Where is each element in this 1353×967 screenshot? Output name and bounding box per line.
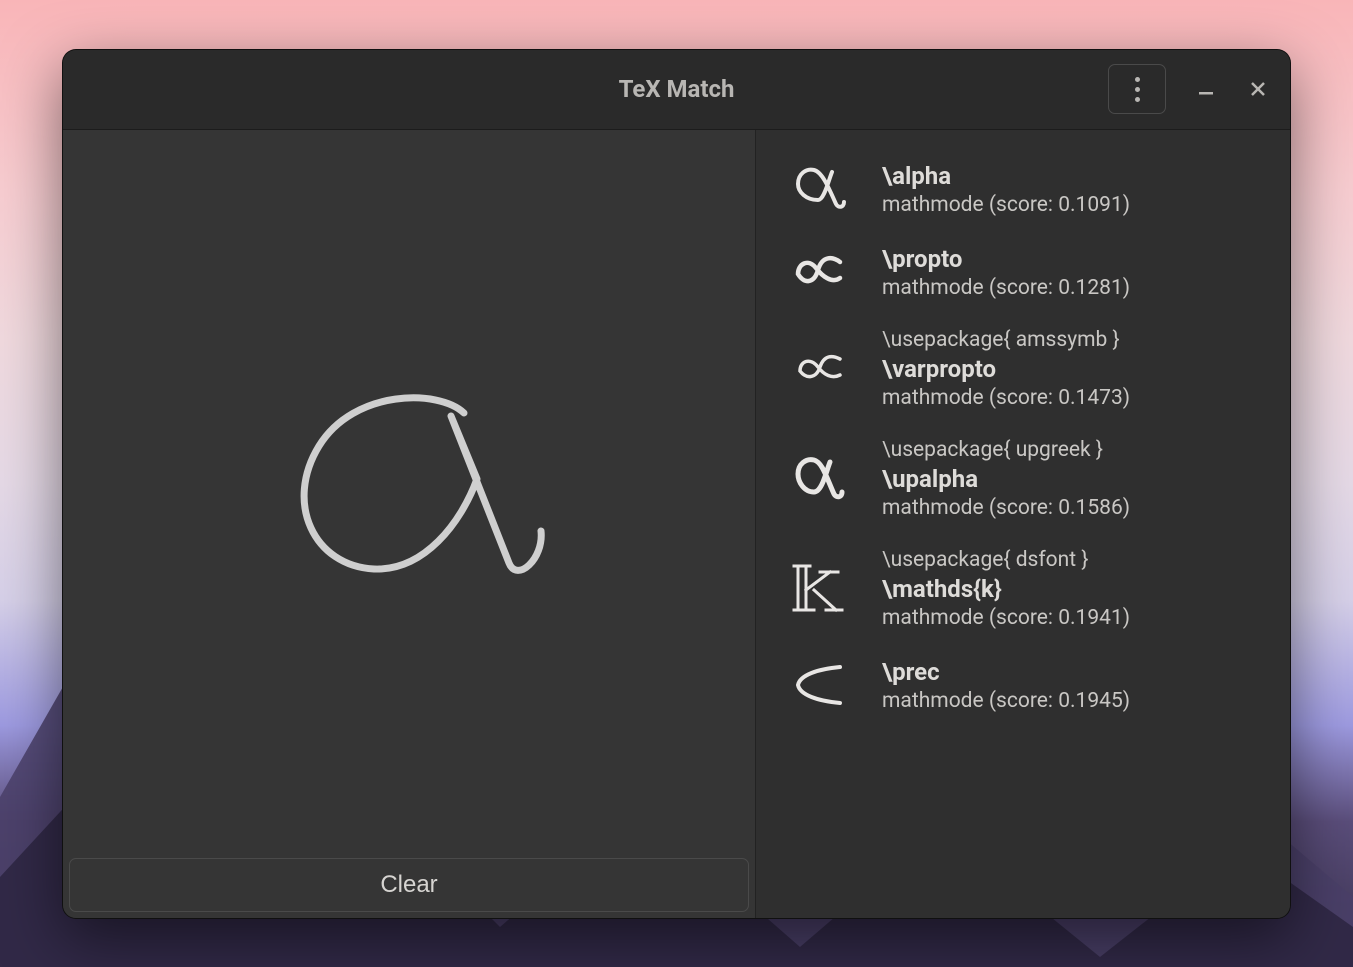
result-mode: mathmode (score: 0.1941) — [882, 606, 1266, 630]
close-icon — [1249, 80, 1267, 98]
result-info: \alpha mathmode (score: 0.1091) — [882, 162, 1266, 217]
result-package: \usepackage{ upgreek } — [882, 438, 1266, 462]
window-controls — [1108, 64, 1270, 114]
prec-icon — [788, 661, 848, 709]
result-glyph — [782, 164, 854, 214]
result-item[interactable]: \usepackage{ upgreek } \upalpha mathmode… — [756, 424, 1290, 534]
minimize-icon — [1197, 80, 1215, 98]
clear-button[interactable]: Clear — [69, 858, 749, 912]
result-package: \usepackage{ dsfont } — [882, 548, 1266, 572]
minimize-button[interactable] — [1194, 77, 1218, 101]
result-command: \alpha — [882, 162, 1266, 190]
result-glyph — [782, 661, 854, 709]
varpropto-icon — [788, 347, 848, 391]
result-info: \usepackage{ upgreek } \upalpha mathmode… — [882, 438, 1266, 520]
result-item[interactable]: \alpha mathmode (score: 0.1091) — [756, 148, 1290, 231]
result-item[interactable]: \usepackage{ amssymb } \varpropto mathmo… — [756, 314, 1290, 424]
close-button[interactable] — [1246, 77, 1270, 101]
result-command: \upalpha — [882, 465, 1266, 493]
result-info: \propto mathmode (score: 0.1281) — [882, 245, 1266, 300]
mathds-k-icon — [790, 562, 846, 616]
user-stroke — [259, 381, 559, 601]
result-mode: mathmode (score: 0.1473) — [882, 386, 1266, 410]
result-item[interactable]: \prec mathmode (score: 0.1945) — [756, 644, 1290, 727]
content-area: Clear \alpha mathmode (score: 0.1091) — [63, 130, 1290, 918]
upalpha-icon — [788, 454, 848, 504]
titlebar: TeX Match — [63, 50, 1290, 130]
result-item[interactable]: \propto mathmode (score: 0.1281) — [756, 231, 1290, 314]
drawing-canvas[interactable] — [63, 130, 755, 852]
alpha-icon — [788, 164, 848, 214]
result-glyph — [782, 347, 854, 391]
result-mode: mathmode (score: 0.1281) — [882, 276, 1266, 300]
kebab-icon — [1135, 77, 1140, 102]
app-window: TeX Match — [62, 49, 1291, 919]
results-panel[interactable]: \alpha mathmode (score: 0.1091) \propto … — [756, 130, 1290, 918]
result-mode: mathmode (score: 0.1586) — [882, 496, 1266, 520]
result-command: \propto — [882, 245, 1266, 273]
result-item[interactable]: \usepackage{ dsfont } \mathds{k} mathmod… — [756, 534, 1290, 644]
hamburger-menu-button[interactable] — [1108, 64, 1166, 114]
result-info: \usepackage{ amssymb } \varpropto mathmo… — [882, 328, 1266, 410]
result-command: \mathds{k} — [882, 575, 1266, 603]
propto-icon — [788, 250, 848, 294]
result-glyph — [782, 454, 854, 504]
result-glyph — [782, 562, 854, 616]
result-info: \prec mathmode (score: 0.1945) — [882, 658, 1266, 713]
result-mode: mathmode (score: 0.1945) — [882, 689, 1266, 713]
result-info: \usepackage{ dsfont } \mathds{k} mathmod… — [882, 548, 1266, 630]
result-glyph — [782, 250, 854, 294]
window-title: TeX Match — [81, 75, 1272, 103]
result-package: \usepackage{ amssymb } — [882, 328, 1266, 352]
result-mode: mathmode (score: 0.1091) — [882, 193, 1266, 217]
result-command: \varpropto — [882, 355, 1266, 383]
drawing-panel: Clear — [63, 130, 756, 918]
result-command: \prec — [882, 658, 1266, 686]
